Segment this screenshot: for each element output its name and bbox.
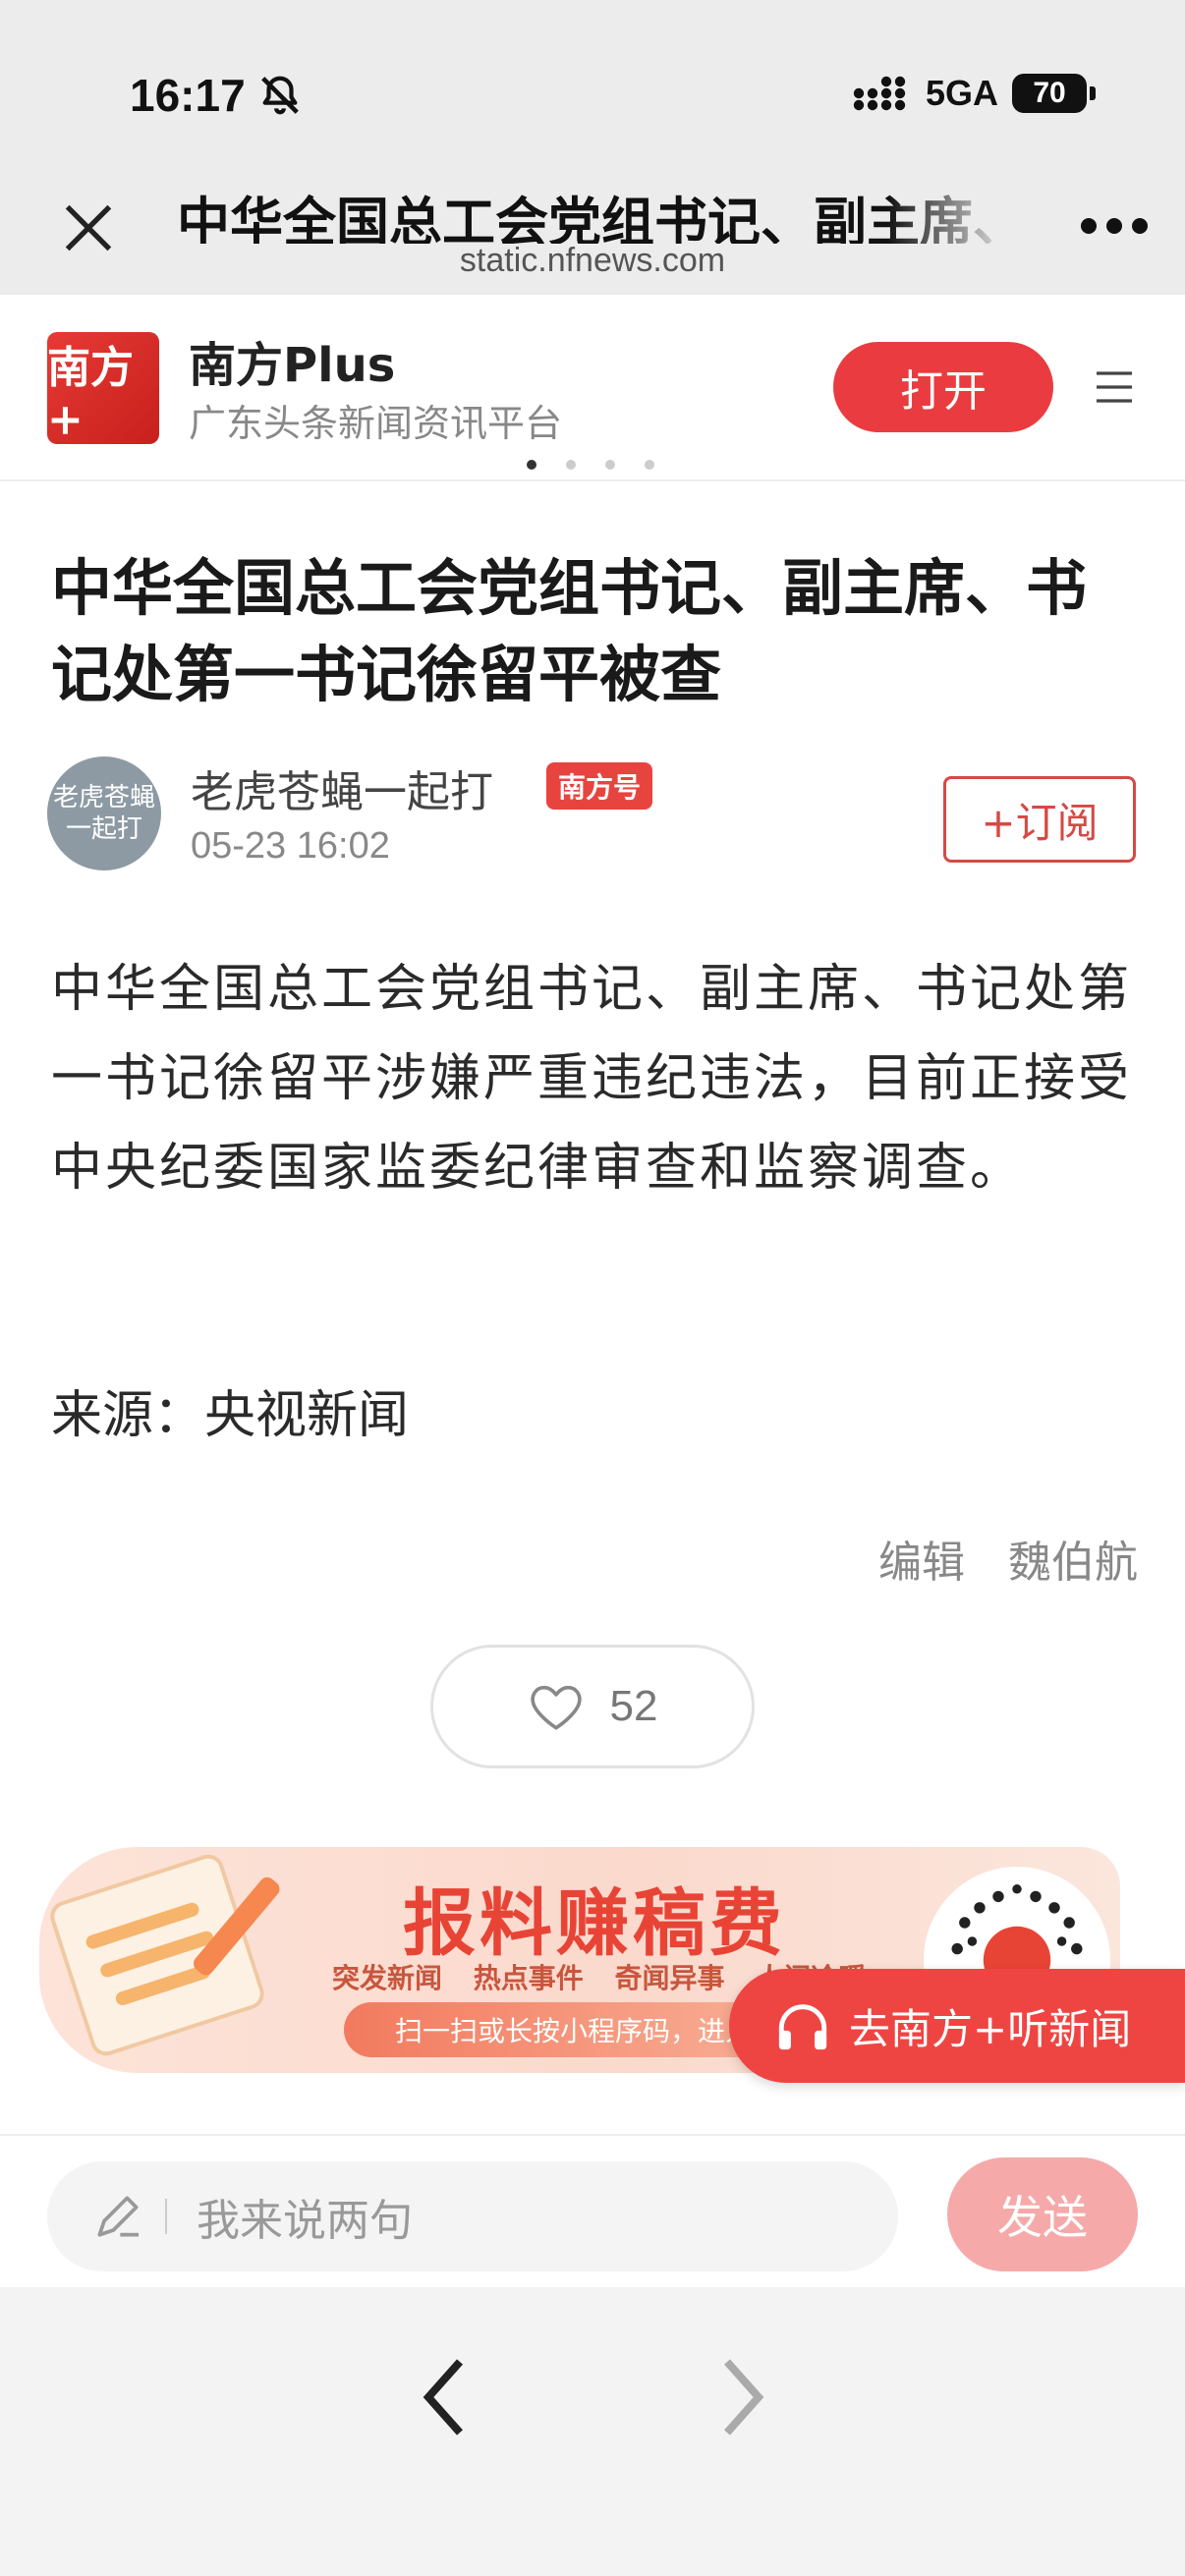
signal-icon (853, 76, 906, 111)
app-download-banner: 南方+ 南方Plus 广东头条新闻资讯平台 打开 (0, 295, 1185, 481)
browser-url: static.nfnews.com (459, 242, 726, 279)
author-avatar[interactable]: 老虎苍蝇一起打 (47, 756, 161, 870)
browser-page-title: 中华全国总工会党组书记、副主席、书记处第一书记徐留平被查 (177, 192, 1012, 244)
promo-title: 报料赚稿费 (403, 1881, 786, 1966)
listen-news-label: 去南方+听新闻 (849, 2004, 1132, 2053)
bell-muted-icon (261, 76, 299, 115)
browser-bottom-nav (0, 2287, 1185, 2576)
divider (165, 2199, 167, 2234)
promo-tag: 热点事件 (473, 1962, 584, 1994)
menu-icon[interactable] (1093, 364, 1136, 411)
author-badge: 南方号 (546, 762, 653, 810)
author-name[interactable]: 老虎苍蝇一起打 (191, 756, 493, 819)
heart-icon (530, 1685, 582, 1730)
comment-bar: 我来说两句 发送 (0, 2134, 1185, 2287)
chevron-right-icon[interactable] (715, 2350, 770, 2444)
promo-tag: 突发新闻 (332, 1962, 443, 1994)
editor-credit: 编辑 魏伯航 (878, 1527, 1138, 1590)
app-name: 南方Plus (189, 338, 396, 393)
status-bar: 16:17 5GA 70 (0, 0, 1185, 167)
subscribe-button[interactable]: +订阅 (943, 776, 1136, 863)
comment-placeholder: 我来说两句 (197, 2196, 413, 2246)
promo-tag: 奇闻异事 (614, 1962, 725, 1994)
network-type: 5GA (925, 73, 998, 113)
article-source: 来源：央视新闻 (51, 1386, 410, 1445)
scroll-illustration (50, 1854, 280, 2056)
browser-header: 中华全国总工会党组书记、副主席、书记处第一书记徐留平被查 static.nfne… (0, 167, 1185, 295)
carousel-dot (605, 460, 615, 470)
headphones-icon (778, 2004, 827, 2050)
editor-label: 编辑 (878, 1538, 965, 1588)
like-count: 52 (609, 1682, 658, 1730)
listen-news-button[interactable]: 去南方+听新闻 (729, 1969, 1185, 2083)
carousel-indicator (527, 460, 654, 470)
status-time: 16:17 (130, 70, 246, 121)
article-body: 中华全国总工会党组书记、副主席、书记处第一书记徐留平涉嫌严重违纪违法，目前正接受… (51, 960, 1133, 1198)
article-headline: 中华全国总工会党组书记、副主席、书记处第一书记徐留平被查 (51, 552, 1088, 710)
chevron-left-icon[interactable] (417, 2350, 472, 2444)
more-icon[interactable] (1079, 214, 1150, 238)
comment-input[interactable]: 我来说两句 (47, 2161, 898, 2271)
editor-name: 魏伯航 (1008, 1538, 1138, 1588)
open-app-button[interactable]: 打开 (833, 342, 1053, 432)
carousel-dot (645, 460, 654, 470)
app-subtitle: 广东头条新闻资讯平台 (189, 402, 563, 445)
publish-time: 05-23 16:02 (191, 825, 390, 867)
app-logo: 南方+ (47, 332, 159, 444)
pencil-icon (97, 2196, 139, 2237)
like-button[interactable]: 52 (430, 1645, 755, 1768)
carousel-dot (566, 460, 576, 470)
send-button[interactable]: 发送 (947, 2157, 1138, 2271)
carousel-dot-active (527, 460, 536, 470)
battery-level: 70 (1012, 74, 1096, 113)
